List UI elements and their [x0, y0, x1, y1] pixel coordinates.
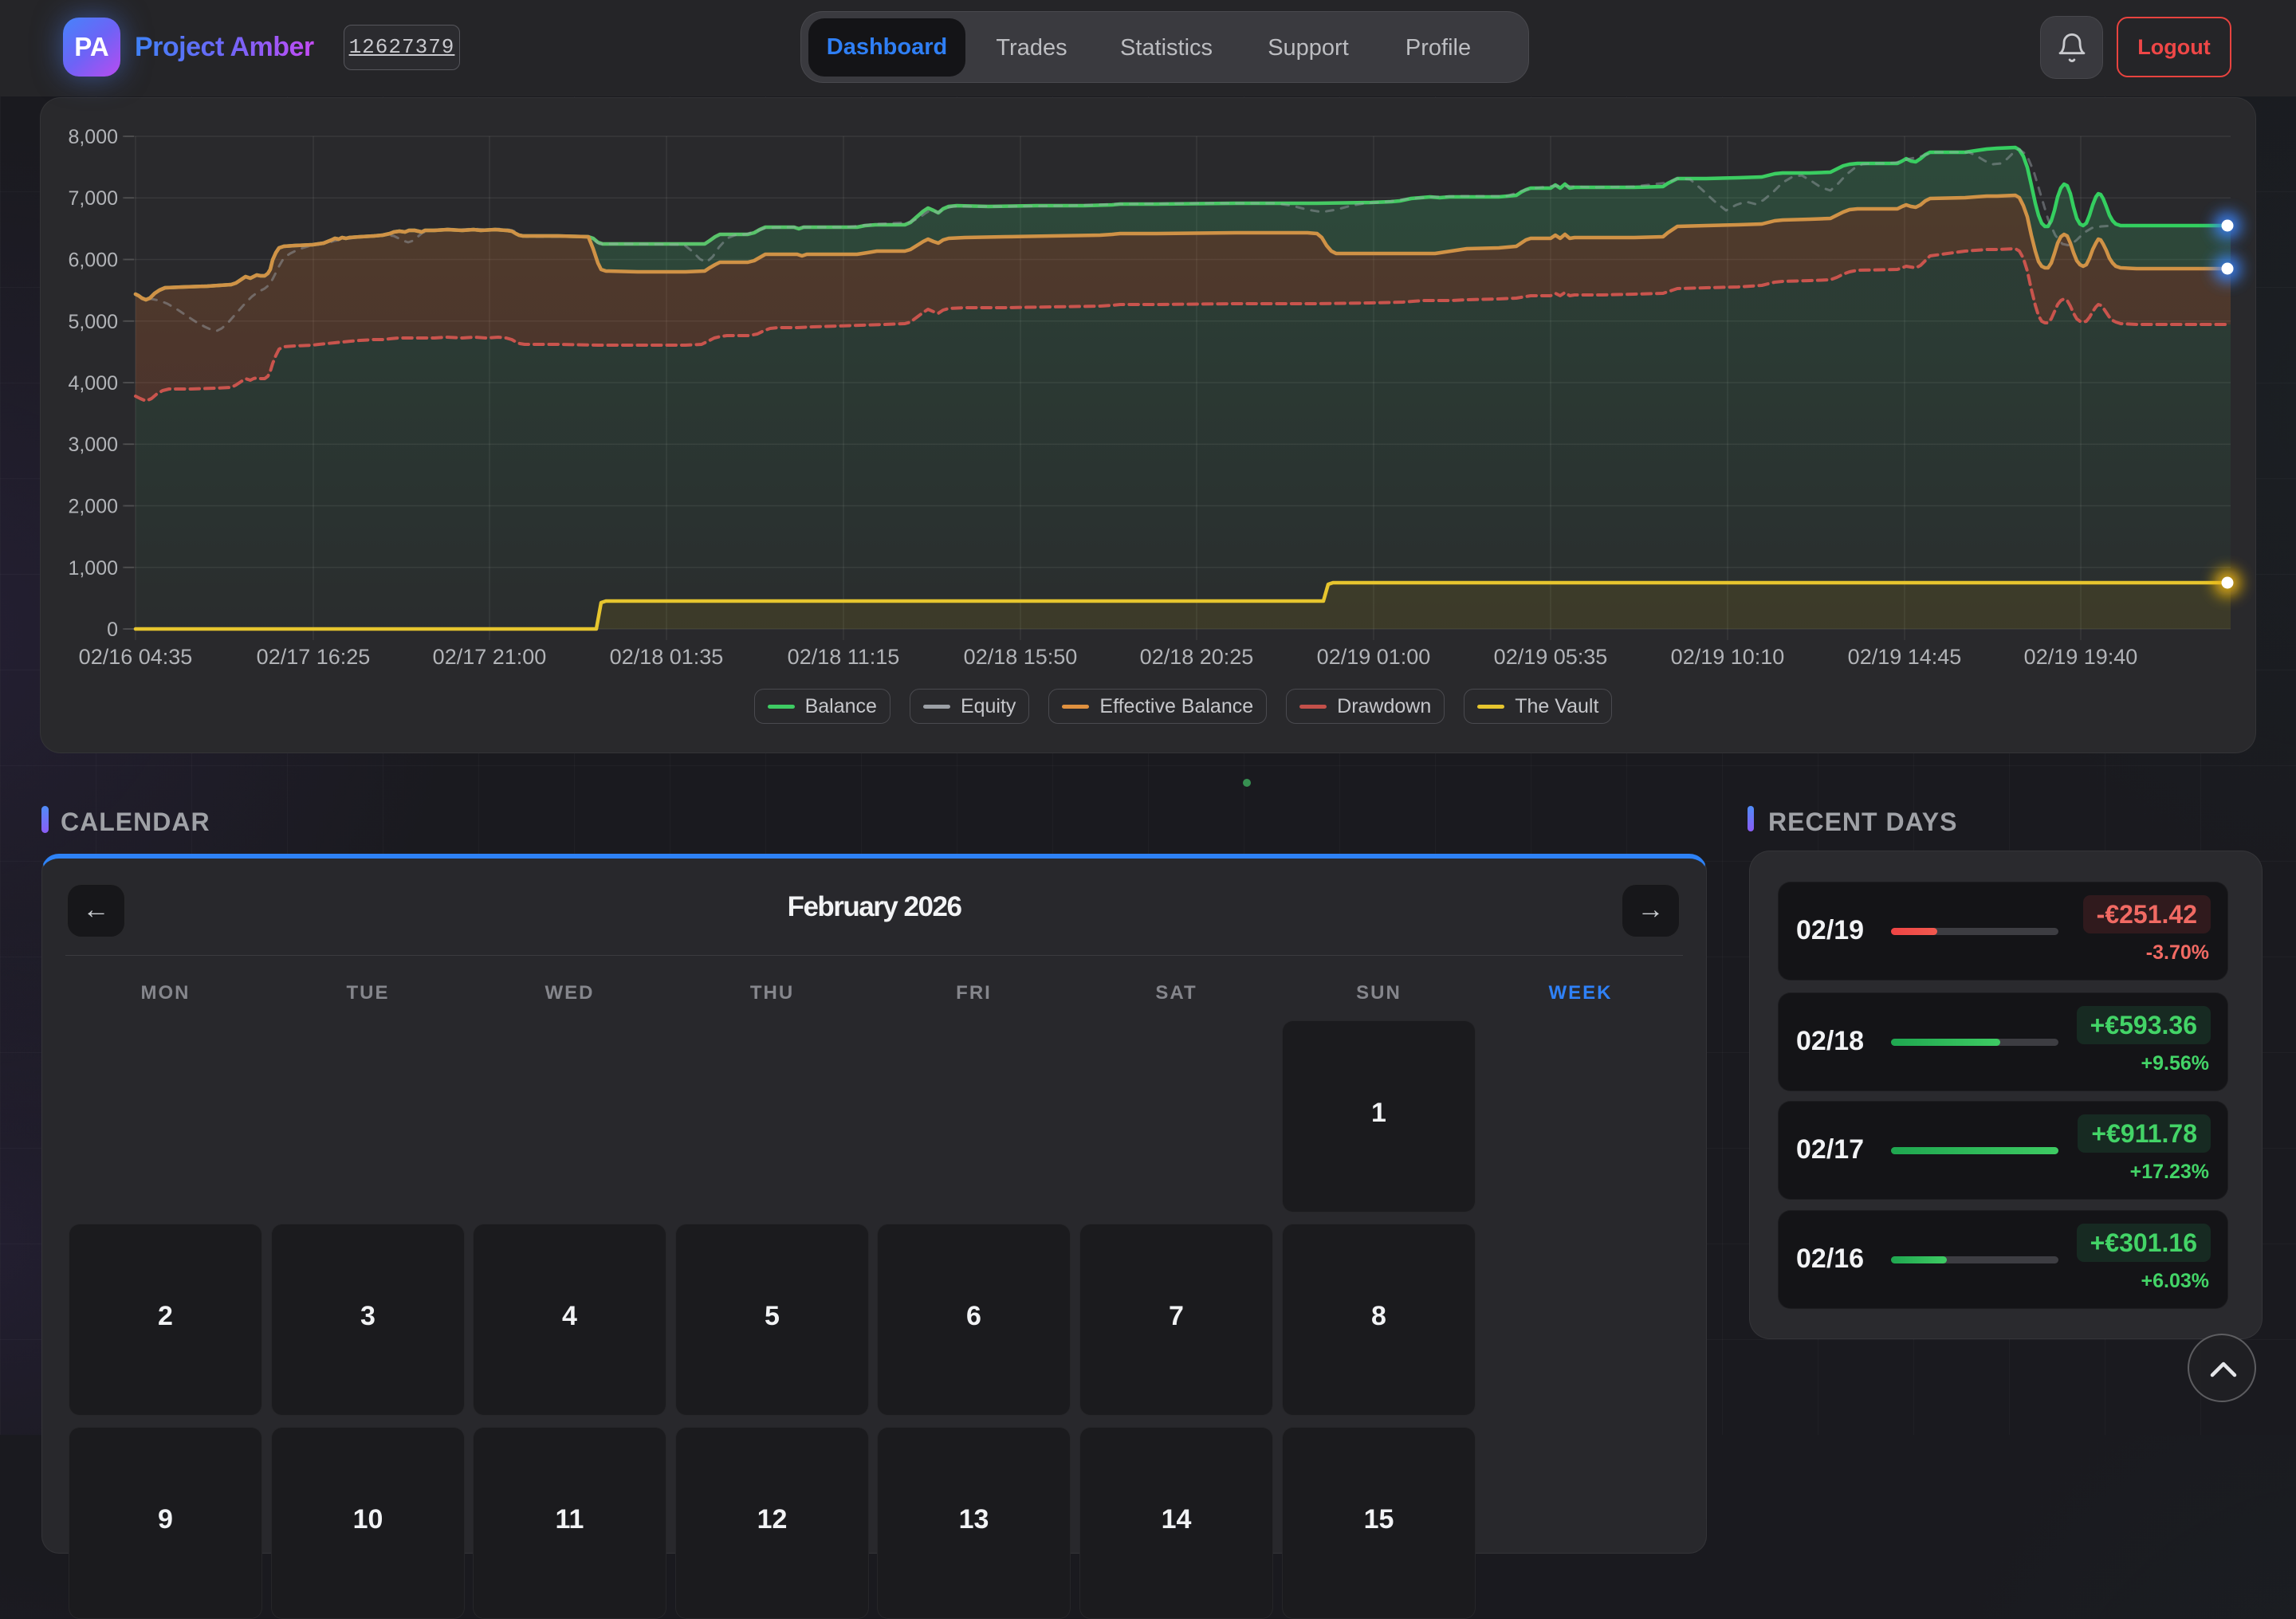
svg-text:5,000: 5,000 — [68, 311, 118, 333]
svg-text:1,000: 1,000 — [68, 557, 118, 580]
svg-text:8,000: 8,000 — [68, 126, 118, 148]
svg-text:02/19 10:10: 02/19 10:10 — [1671, 645, 1785, 669]
svg-text:3,000: 3,000 — [68, 434, 118, 456]
svg-text:02/17 16:25: 02/17 16:25 — [257, 645, 371, 669]
svg-text:02/18 20:25: 02/18 20:25 — [1140, 645, 1254, 669]
svg-text:02/17 21:00: 02/17 21:00 — [433, 645, 547, 669]
svg-text:6,000: 6,000 — [68, 250, 118, 272]
svg-text:7,000: 7,000 — [68, 187, 118, 210]
svg-text:02/19 14:45: 02/19 14:45 — [1848, 645, 1962, 669]
svg-text:02/16 04:35: 02/16 04:35 — [79, 645, 193, 669]
svg-text:0: 0 — [107, 619, 118, 641]
svg-text:2,000: 2,000 — [68, 496, 118, 518]
svg-text:02/19 01:00: 02/19 01:00 — [1317, 645, 1431, 669]
svg-text:02/19 05:35: 02/19 05:35 — [1494, 645, 1608, 669]
svg-text:4,000: 4,000 — [68, 372, 118, 395]
svg-text:02/18 15:50: 02/18 15:50 — [964, 645, 1078, 669]
svg-text:02/19 19:40: 02/19 19:40 — [2024, 645, 2138, 669]
svg-text:02/18 11:15: 02/18 11:15 — [788, 645, 900, 669]
svg-text:02/18 01:35: 02/18 01:35 — [610, 645, 724, 669]
